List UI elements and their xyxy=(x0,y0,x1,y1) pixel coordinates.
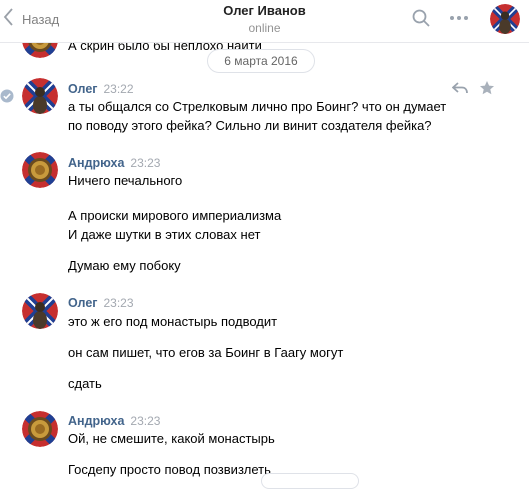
message-text: Госдепу просто повод позвизлеть xyxy=(68,462,271,477)
avatar[interactable] xyxy=(22,152,58,188)
avatar[interactable] xyxy=(22,78,58,114)
author-name: Олег xyxy=(68,296,98,310)
peer-avatar[interactable] xyxy=(490,4,520,34)
message-time: 23:23 xyxy=(130,156,161,170)
author-name: Олег xyxy=(68,82,98,96)
check-icon xyxy=(0,89,14,108)
message-author[interactable]: Андрюха 23:23 xyxy=(68,414,160,428)
message-text: по поводу этого фейка? Сильно ли винит с… xyxy=(68,118,432,133)
avatar[interactable] xyxy=(22,293,58,329)
author-name: Андрюха xyxy=(68,156,125,170)
reply-icon[interactable] xyxy=(451,80,468,101)
search-icon[interactable] xyxy=(411,8,431,33)
date-divider: 6 марта 2016 xyxy=(207,49,315,73)
message-text: Думаю ему побоку xyxy=(68,258,181,273)
message-time: 23:22 xyxy=(103,82,134,96)
message-author[interactable]: Олег 23:22 xyxy=(68,82,134,96)
message-time: 23:23 xyxy=(103,296,134,310)
avatar[interactable] xyxy=(22,411,58,447)
message-text: И даже шутки в этих словах нет xyxy=(68,227,261,242)
author-name: Андрюха xyxy=(68,414,125,428)
message-text: он сам пишет, что егов за Боинг в Гаагу … xyxy=(68,345,344,360)
message-text: Ой, не смешите, какой монастырь xyxy=(68,431,275,446)
more-icon[interactable] xyxy=(449,10,469,31)
star-icon[interactable] xyxy=(479,80,495,101)
message-time: 23:23 xyxy=(130,414,161,428)
scroll-down-button[interactable] xyxy=(261,473,359,489)
message-text: сдать xyxy=(68,376,102,391)
message-author[interactable]: Андрюха 23:23 xyxy=(68,156,160,170)
message-text: это ж его под монастырь подводит xyxy=(68,314,278,329)
message-text: Ничего печального xyxy=(68,173,183,188)
message-author[interactable]: Олег 23:23 xyxy=(68,296,134,310)
message-text: А происки мирового империализма xyxy=(68,208,282,223)
chat-header: Назад Олег Иванов online xyxy=(0,0,529,43)
message-text: а ты общался со Стрелковым лично про Бои… xyxy=(68,99,447,114)
